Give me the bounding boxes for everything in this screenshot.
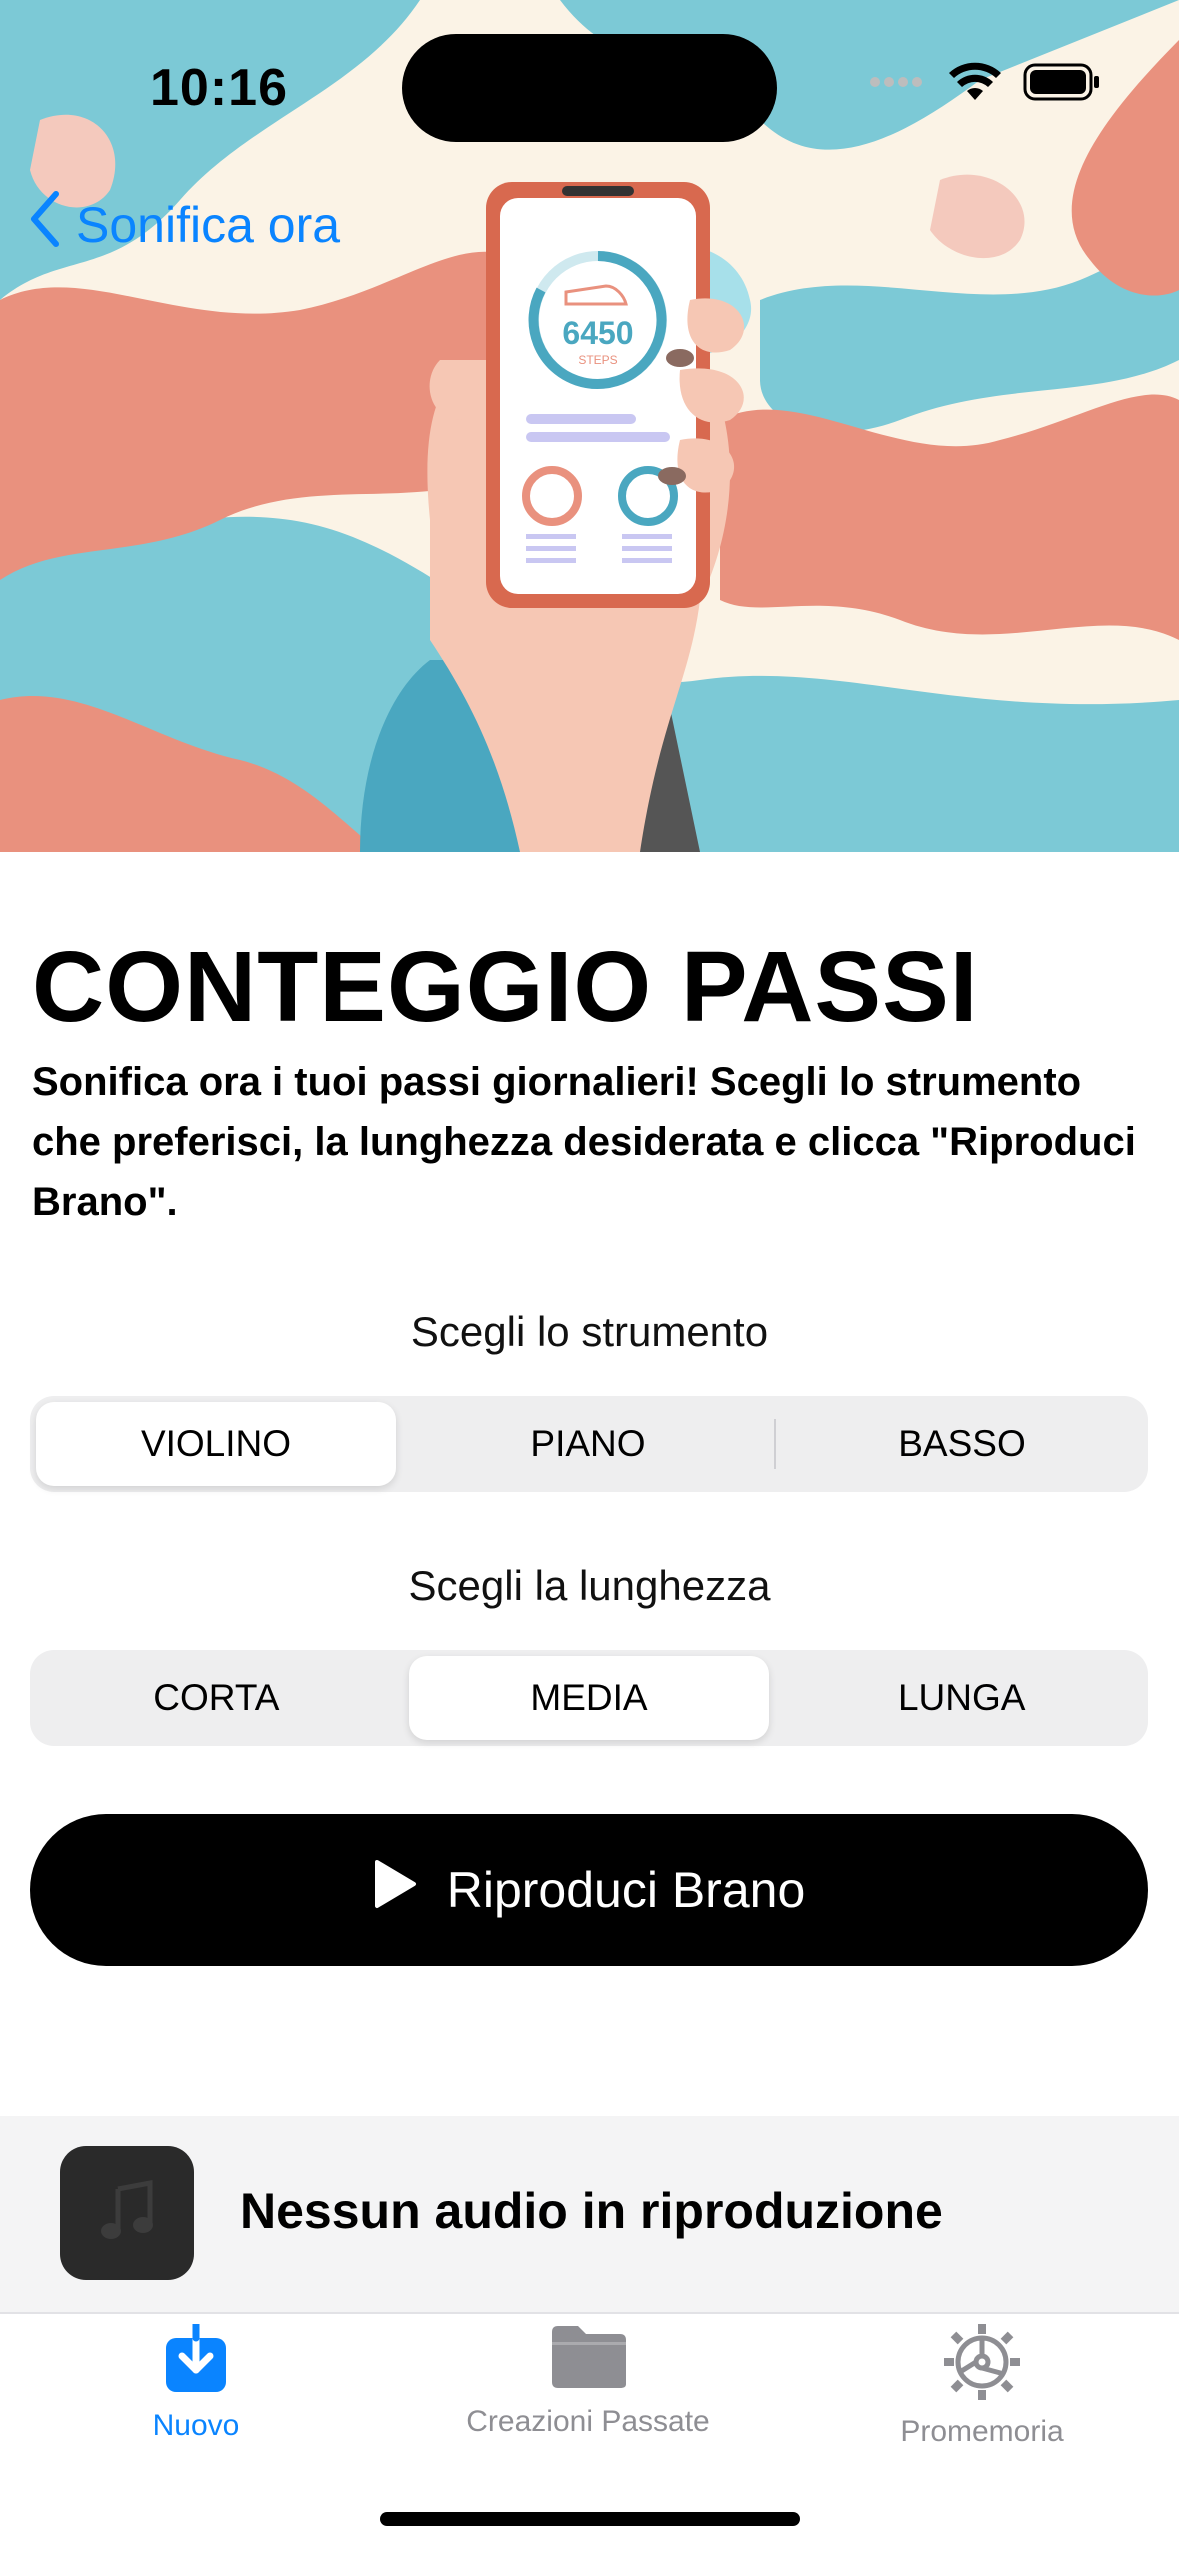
now-playing-text: Nessun audio in riproduzione	[240, 2183, 943, 2239]
segment-media[interactable]: MEDIA	[408, 1656, 770, 1740]
phone-steps-value: 6450	[562, 315, 633, 351]
gear-icon	[944, 2324, 1020, 2405]
tab-promemoria-label: Promemoria	[900, 2415, 1064, 2448]
segment-corta[interactable]: CORTA	[36, 1656, 397, 1740]
page-title: CONTEGGIO PASSI	[32, 931, 979, 1043]
now-playing-bar[interactable]: Nessun audio in riproduzione	[0, 2116, 1179, 2312]
segment-piano[interactable]: PIANO	[408, 1402, 768, 1486]
folder-icon	[548, 2324, 628, 2395]
segment-lunga[interactable]: LUNGA	[781, 1656, 1142, 1740]
instrument-label: Scegli lo strumento	[410, 1308, 769, 1355]
segment-basso[interactable]: BASSO	[782, 1402, 1142, 1486]
play-icon	[373, 1859, 417, 1921]
back-button[interactable]: Sonifica ora	[28, 190, 340, 260]
download-tray-icon	[164, 2320, 228, 2399]
phone-steps-unit: STEPS	[578, 353, 617, 367]
album-art	[60, 2146, 194, 2280]
home-indicator[interactable]	[380, 2512, 800, 2526]
cellular-signal-icon	[869, 75, 927, 94]
instrument-segmented-control: VIOLINO PIANO BASSO	[30, 1396, 1148, 1492]
tab-nuovo[interactable]: Nuovo	[36, 2320, 356, 2443]
length-segmented-control: CORTA MEDIA LUNGA	[30, 1650, 1148, 1746]
segment-divider	[774, 1419, 776, 1469]
segment-violino[interactable]: VIOLINO	[36, 1402, 396, 1486]
wifi-icon	[949, 62, 1001, 107]
page-description: Sonifica ora i tuoi passi giornalieri! S…	[32, 1060, 1136, 1224]
tab-nuovo-label: Nuovo	[152, 2409, 240, 2442]
music-note-icon	[98, 2179, 156, 2248]
play-track-button[interactable]: Riproduci Brano	[30, 1814, 1148, 1966]
tab-promemoria[interactable]: Promemoria	[822, 2324, 1142, 2449]
tab-creazioni-passate[interactable]: Creazioni Passate	[428, 2324, 748, 2439]
battery-icon	[1023, 63, 1101, 106]
play-track-label: Riproduci Brano	[446, 1862, 806, 1918]
length-label: Scegli la lunghezza	[408, 1562, 771, 1609]
status-icons	[869, 62, 1101, 107]
chevron-left-icon	[28, 190, 62, 260]
back-button-label: Sonifica ora	[76, 197, 341, 253]
status-time: 10:16	[150, 59, 288, 117]
tab-creazioni-passate-label: Creazioni Passate	[466, 2405, 710, 2438]
dynamic-island	[402, 34, 777, 142]
